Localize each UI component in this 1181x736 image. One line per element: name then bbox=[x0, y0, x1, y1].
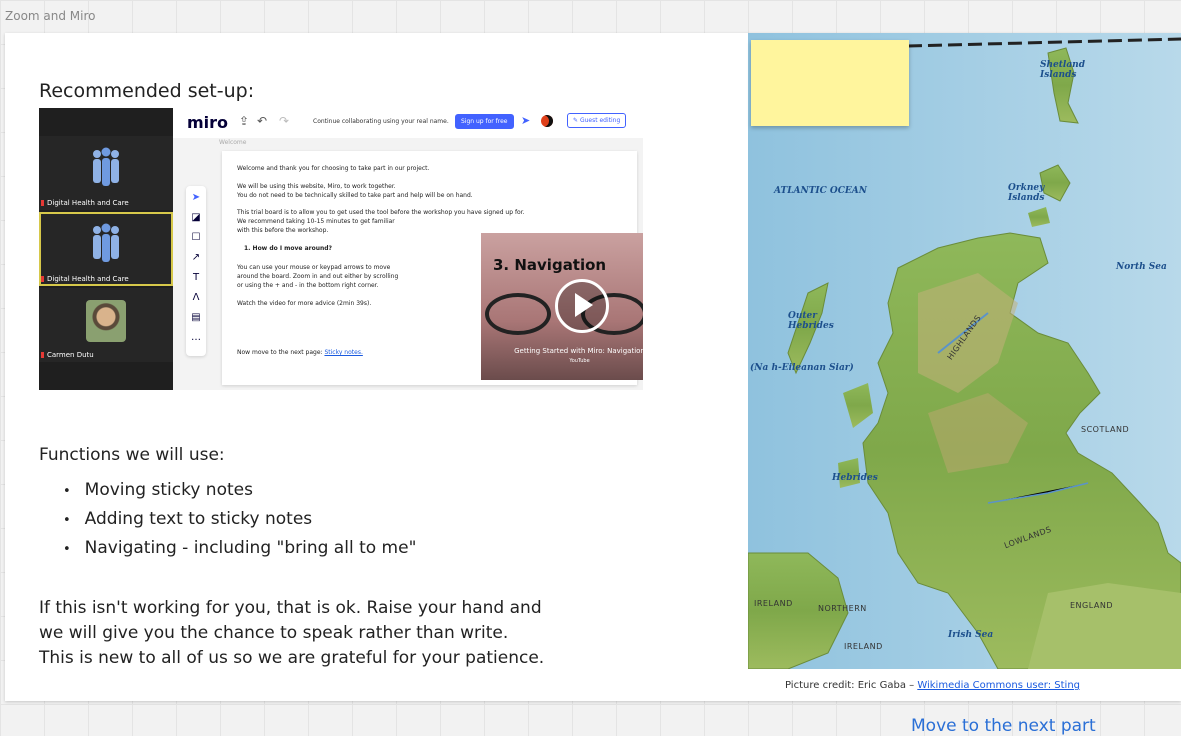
doc-line: Welcome and thank you for choosing to ta… bbox=[237, 165, 430, 172]
sticky-note[interactable] bbox=[751, 40, 909, 126]
doc-line: We recommend taking 10-15 minutes to get… bbox=[237, 218, 395, 225]
doc-next-prefix: Now move to the next page: bbox=[237, 349, 323, 356]
miro-canvas: ➤ ◪ ☐ ↗ T Λ ▤ … Welcome Welcome and than… bbox=[173, 138, 643, 390]
setup-heading: Recommended set-up: bbox=[39, 80, 255, 102]
participant-tile: Carmen Dutu bbox=[39, 288, 173, 362]
miro-logo: miro bbox=[187, 113, 229, 132]
mic-muted-icon bbox=[41, 276, 44, 282]
guest-editing-label: Guest editing bbox=[579, 117, 621, 124]
more-tools-icon: … bbox=[191, 332, 201, 343]
map-label: North Sea bbox=[1116, 262, 1167, 272]
functions-list: Moving sticky notes Adding text to stick… bbox=[63, 476, 417, 563]
people-logo-icon bbox=[93, 223, 119, 262]
doc-next-line: Now move to the next page: Sticky notes. bbox=[237, 349, 447, 357]
doc-line: You can use your mouse or keypad arrows … bbox=[237, 264, 391, 271]
video-caption: Getting Started with Miro: Navigation bbox=[514, 347, 643, 355]
credit-prefix: Picture credit: Eric Gaba – bbox=[785, 680, 915, 691]
guest-editing-button: ✎ Guest editing bbox=[567, 113, 627, 128]
help-note: If this isn't working for you, that is o… bbox=[39, 596, 679, 671]
redo-icon: ↷ bbox=[279, 114, 290, 128]
map-label: Hebrides bbox=[832, 473, 878, 483]
map-label: ATLANTIC OCEAN bbox=[774, 186, 868, 196]
miro-toolbar: ➤ ◪ ☐ ↗ T Λ ▤ … bbox=[186, 186, 206, 356]
note-line: we will give you the chance to speak rat… bbox=[39, 623, 509, 643]
pen-tool-icon: Λ bbox=[192, 292, 200, 303]
participant-tile-active: Digital Health and Care bbox=[39, 212, 173, 286]
list-item: Navigating - including "bring all to me" bbox=[63, 534, 417, 563]
mic-muted-icon bbox=[41, 352, 44, 358]
board-title: Zoom and Miro bbox=[5, 9, 96, 23]
map-label: SCOTLAND bbox=[1081, 425, 1130, 434]
upload-icon: ⇪ bbox=[239, 114, 250, 128]
note-line: This is new to all of us so we are grate… bbox=[39, 648, 545, 668]
mic-muted-icon bbox=[41, 200, 44, 206]
participant-name: Digital Health and Care bbox=[41, 199, 129, 207]
eye-graphic bbox=[485, 293, 551, 335]
participant-name: Carmen Dutu bbox=[41, 351, 94, 359]
text-tool-icon: T bbox=[192, 272, 200, 283]
participant-name-text: Carmen Dutu bbox=[47, 351, 94, 359]
map-label: Irish Sea bbox=[948, 630, 994, 640]
doc-line: with this before the workshop. bbox=[237, 227, 329, 234]
functions-heading: Functions we will use: bbox=[39, 445, 225, 465]
participant-name-text: Digital Health and Care bbox=[47, 199, 129, 207]
next-part-link[interactable]: Move to the next part bbox=[911, 716, 1096, 736]
sticky-note-tool-icon: ◪ bbox=[191, 212, 201, 223]
participant-name: Digital Health and Care bbox=[41, 275, 129, 283]
doc-line: We will be using this website, Miro, to … bbox=[237, 183, 396, 190]
map-label: IRELAND bbox=[754, 599, 793, 608]
sticky-notes-link: Sticky notes. bbox=[324, 349, 363, 356]
comment-tool-icon: ▤ bbox=[191, 312, 201, 323]
video-title: 3. Navigation bbox=[493, 256, 607, 274]
select-tool-icon: ➤ bbox=[191, 192, 201, 203]
participant-avatar bbox=[86, 300, 126, 342]
cursor-icon: ➤ bbox=[521, 114, 531, 127]
play-icon bbox=[555, 279, 609, 333]
shape-tool-icon: ☐ bbox=[191, 232, 201, 243]
map-label: Shetland Islands bbox=[1040, 60, 1086, 80]
undo-icon: ↶ bbox=[257, 114, 268, 128]
doc-question: 1. How do I move around? bbox=[244, 245, 333, 252]
setup-screenshot: Digital Health and Care Digital Health a… bbox=[39, 108, 643, 390]
signup-button: Sign up for free bbox=[455, 114, 514, 129]
miro-topbar: miro ⇪ ↶ ↷ Continue collaborating using … bbox=[173, 108, 643, 138]
map-graphic bbox=[748, 37, 1181, 669]
video-thumbnail: 3. Navigation Getting Started with Miro:… bbox=[481, 233, 643, 380]
frame-label: Welcome bbox=[219, 139, 247, 146]
map-label: Orkney Islands bbox=[1008, 183, 1045, 203]
user-avatar bbox=[541, 115, 553, 127]
collab-text: Continue collaborating using your real n… bbox=[313, 118, 449, 125]
list-item: Moving sticky notes bbox=[63, 476, 416, 505]
picture-credit: Picture credit: Eric Gaba – Wikimedia Co… bbox=[785, 680, 1080, 691]
doc-line: Watch the video for more advice (2min 39… bbox=[237, 300, 372, 307]
participant-name-text: Digital Health and Care bbox=[47, 275, 129, 283]
map-label: Outer Hebrides bbox=[788, 311, 834, 331]
map-label: IRELAND bbox=[844, 642, 883, 651]
map-label: (Na h-Eileanan Siar) bbox=[750, 363, 854, 373]
doc-line: This trial board is to allow you to get … bbox=[237, 209, 525, 216]
doc-line: or using the + and - in the bottom right… bbox=[237, 282, 379, 289]
map-label: ENGLAND bbox=[1070, 601, 1113, 610]
doc-line: around the board. Zoom in and out either… bbox=[237, 273, 399, 280]
video-source: YouTube bbox=[569, 358, 590, 364]
scotland-map: ATLANTIC OCEAN North Sea SCOTLAND Shetla… bbox=[748, 33, 1181, 669]
wikimedia-link[interactable]: Wikimedia Commons user: Sting bbox=[917, 680, 1080, 691]
participant-tile: Digital Health and Care bbox=[39, 136, 173, 210]
line-tool-icon: ↗ bbox=[191, 252, 201, 263]
note-line: If this isn't working for you, that is o… bbox=[39, 598, 542, 618]
list-item: Adding text to sticky notes bbox=[63, 505, 416, 534]
zoom-participants-panel: Digital Health and Care Digital Health a… bbox=[39, 108, 173, 390]
people-logo-icon bbox=[93, 147, 119, 186]
map-label: NORTHERN bbox=[818, 604, 867, 613]
doc-line: You do not need to be technically skille… bbox=[237, 192, 473, 199]
welcome-document: Welcome and thank you for choosing to ta… bbox=[222, 151, 643, 385]
